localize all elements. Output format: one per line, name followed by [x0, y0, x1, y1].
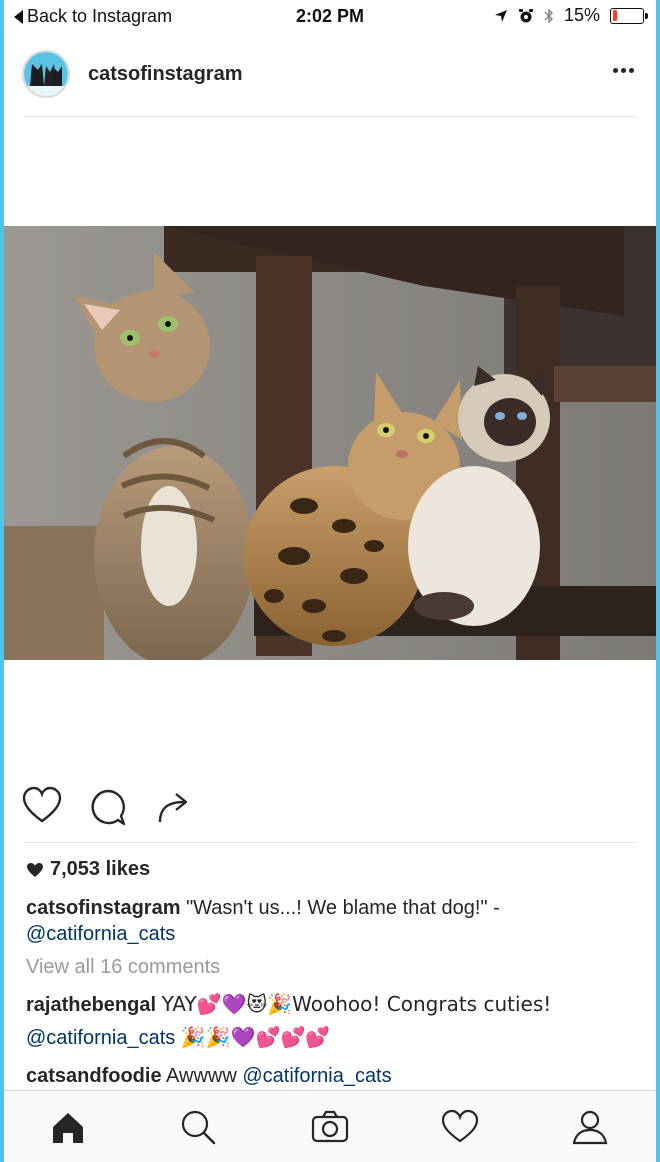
comment-icon[interactable]	[88, 788, 128, 828]
likes-count[interactable]: 7,053 likes	[26, 858, 150, 881]
more-options-button[interactable]	[613, 68, 634, 73]
camera-icon[interactable]	[310, 1107, 350, 1147]
cats-photo[interactable]	[4, 226, 656, 660]
battery-fill	[612, 10, 617, 21]
comment-text: YAY💕💜😻🎉Woohoo! Congrats cuties!	[161, 992, 552, 1016]
likes-text: 7,053 likes	[50, 858, 151, 880]
profile-icon[interactable]	[570, 1107, 610, 1147]
dot-icon	[621, 68, 626, 73]
home-icon[interactable]	[48, 1107, 88, 1147]
comment-item: rajathebengal YAY💕💜😻🎉Woohoo! Congrats cu…	[26, 988, 636, 1054]
actions-divider	[24, 842, 636, 843]
post-actions	[4, 786, 656, 830]
instagram-post-screen: Back to Instagram 2:02 PM 15% catsofinst…	[4, 0, 656, 1162]
comment-text: Awwww	[166, 1065, 237, 1087]
heart-icon[interactable]	[22, 786, 62, 826]
share-icon[interactable]	[154, 788, 194, 828]
search-icon[interactable]	[178, 1107, 218, 1147]
post-header: catsofinstagram	[4, 44, 656, 108]
heart-icon[interactable]	[440, 1107, 480, 1147]
comment-mention[interactable]: @catifornia_cats	[242, 1065, 391, 1087]
dot-icon	[613, 68, 618, 73]
status-indicators: 15%	[494, 5, 648, 26]
battery-icon	[610, 7, 648, 24]
comment-emojis: 🎉🎉💜💕💕💕	[180, 1025, 331, 1049]
post-caption: catsofinstagram "Wasn't us...! We blame …	[26, 895, 636, 947]
alarm-icon	[518, 8, 533, 22]
comment-username[interactable]: rajathebengal	[26, 994, 156, 1016]
header-divider	[24, 116, 636, 117]
status-bar: Back to Instagram 2:02 PM 15%	[4, 0, 656, 34]
view-all-comments-link[interactable]: View all 16 comments	[26, 956, 220, 979]
comment-username[interactable]: catsandfoodie	[26, 1065, 162, 1087]
bluetooth-icon	[544, 7, 554, 24]
caption-text: "Wasn't us...! We blame that dog!" -	[186, 897, 500, 919]
battery-percent: 15%	[563, 5, 600, 25]
location-icon	[494, 9, 507, 22]
cat-avatar-icon[interactable]	[22, 50, 70, 98]
caption-mention[interactable]: @catifornia_cats	[26, 923, 175, 945]
bottom-tab-bar	[4, 1090, 656, 1162]
comment-item: catsandfoodie Awwww @catifornia_cats	[26, 1060, 636, 1092]
caption-username[interactable]: catsofinstagram	[26, 897, 181, 919]
comment-mention[interactable]: @catifornia_cats	[26, 1027, 175, 1049]
dot-icon	[629, 68, 634, 73]
post-username[interactable]: catsofinstagram	[88, 63, 243, 86]
heart-icon	[27, 862, 43, 877]
